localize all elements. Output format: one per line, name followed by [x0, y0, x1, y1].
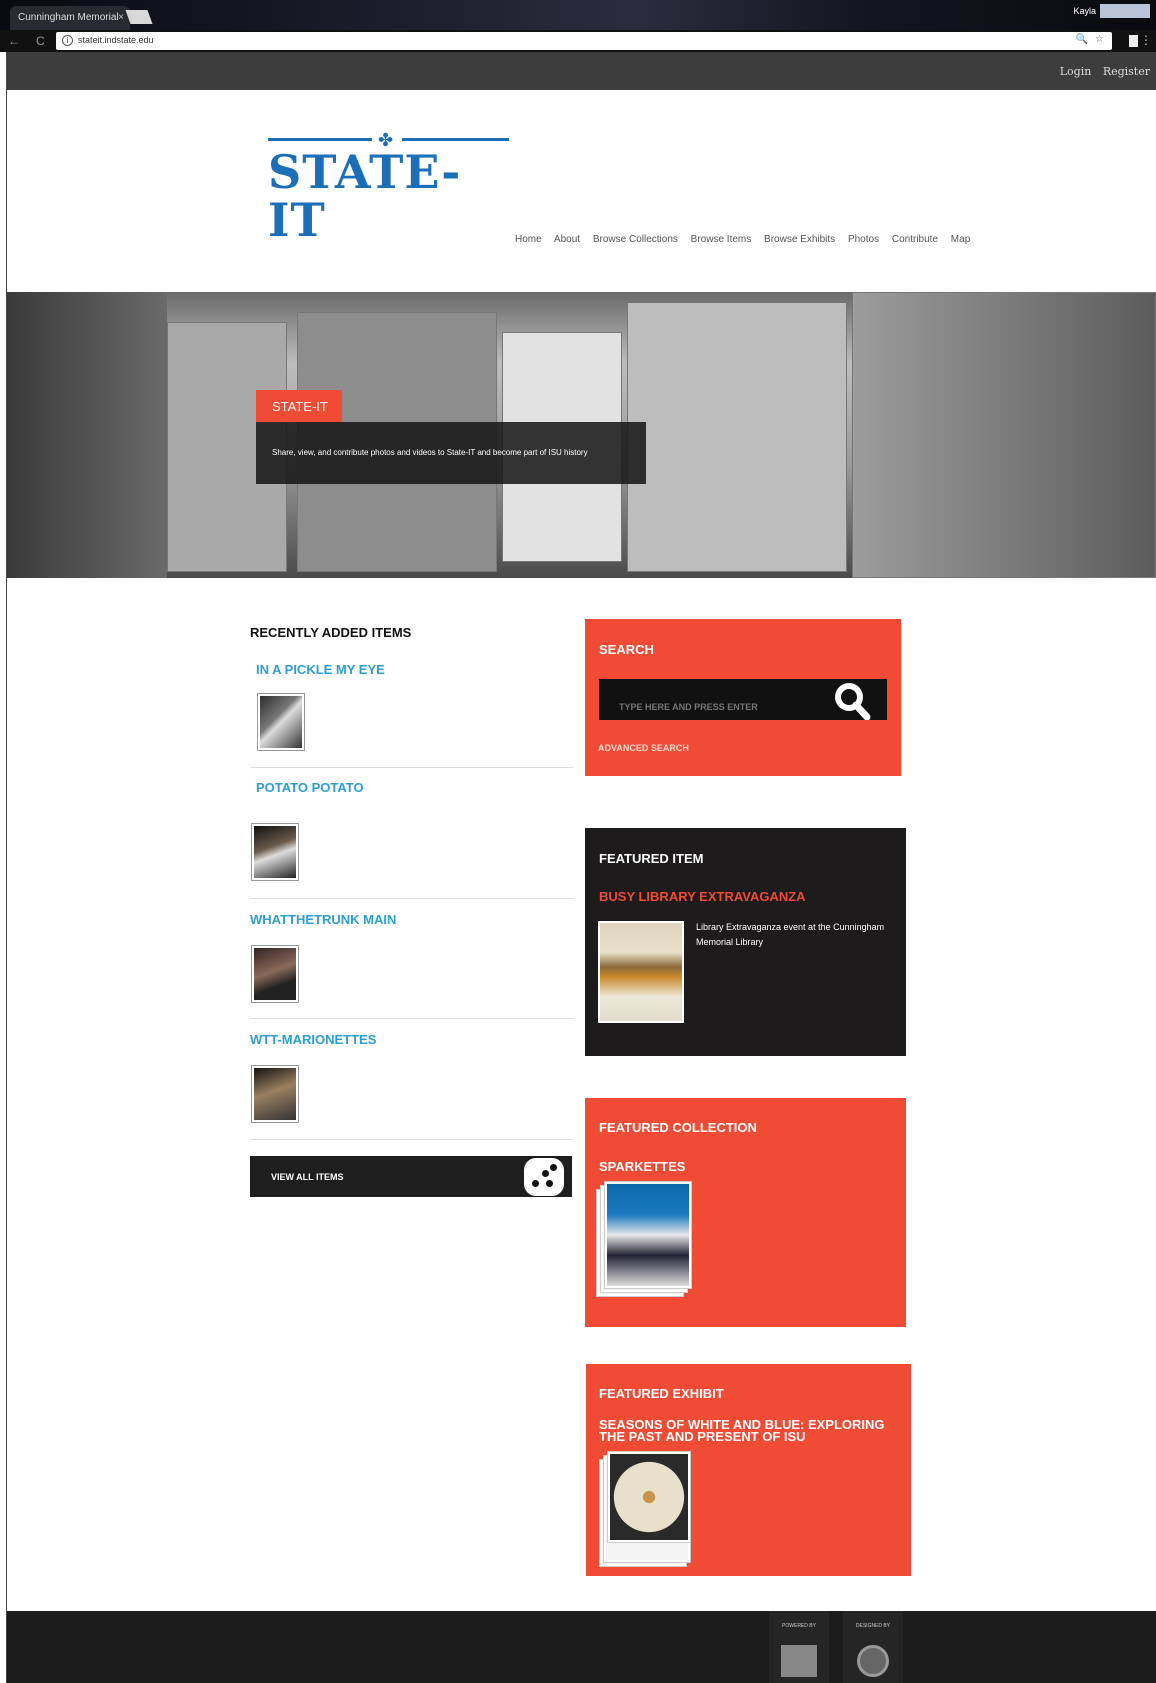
- main-nav: Home About Browse Collections Browse Ite…: [515, 234, 980, 245]
- address-bar[interactable]: i stateit.indstate.edu 🔍 ☆: [56, 32, 1112, 50]
- featured-item-title[interactable]: BUSY LIBRARY EXTRAVAGANZA: [599, 889, 806, 904]
- featured-exhibit-title[interactable]: SEASONS OF WHITE AND BLUE: EXPLORING THE…: [599, 1418, 889, 1443]
- featured-collection-panel: FEATURED COLLECTION SPARKETTES: [585, 1098, 906, 1327]
- featured-item-image[interactable]: [598, 921, 684, 1023]
- site-footer: POWERED BY DESIGNED BY: [7, 1611, 1156, 1683]
- view-all-items-button[interactable]: VIEW ALL ITEMS: [250, 1156, 572, 1197]
- featured-collection-title[interactable]: SPARKETTES: [599, 1159, 685, 1174]
- recent-items-heading: RECENTLY ADDED ITEMS: [250, 625, 412, 640]
- browser-toolbar: ← C i stateit.indstate.edu 🔍 ☆ ⋮: [0, 30, 1156, 52]
- featured-exhibit-image[interactable]: [608, 1452, 690, 1542]
- logo-rule-left: [268, 138, 372, 141]
- featured-item-description: Library Extravaganza event at the Cunnin…: [696, 922, 885, 947]
- zoom-icon[interactable]: 🔍: [1076, 34, 1088, 45]
- site-info-icon[interactable]: i: [62, 35, 73, 46]
- item-divider: [250, 1018, 573, 1019]
- nav-map[interactable]: Map: [951, 234, 970, 245]
- hero-boxes-right: [852, 292, 1156, 578]
- auth-links: Login Register: [1052, 65, 1150, 78]
- designed-by-label: DESIGNED BY: [855, 1623, 891, 1629]
- item-thumbnail[interactable]: [252, 1066, 298, 1122]
- logo-rule-right: [402, 138, 509, 141]
- hero-shelf-left: [7, 292, 167, 578]
- logo-text: STATE-IT: [268, 145, 462, 247]
- reload-icon[interactable]: C: [36, 34, 45, 48]
- powered-by-label: POWERED BY: [782, 1623, 816, 1629]
- item-divider: [250, 898, 573, 899]
- tab-close-icon[interactable]: ×: [118, 12, 124, 23]
- window-controls[interactable]: [1100, 4, 1150, 18]
- hero-boxes-mid-right: [627, 302, 847, 572]
- powered-by-badge[interactable]: POWERED BY: [769, 1611, 829, 1683]
- site-logo[interactable]: ✤ STATE-IT: [268, 130, 513, 244]
- nav-browse-items[interactable]: Browse Items: [691, 234, 752, 245]
- nav-browse-collections[interactable]: Browse Collections: [593, 234, 678, 245]
- item-title-link[interactable]: WTT-MARIONETTES: [250, 1032, 376, 1047]
- item-divider: [250, 1139, 573, 1140]
- nav-about[interactable]: About: [554, 234, 580, 245]
- designer-seal-icon: [857, 1645, 889, 1677]
- item-divider: [250, 767, 573, 768]
- advanced-search-link[interactable]: ADVANCED SEARCH: [598, 743, 689, 753]
- recent-items-section: RECENTLY ADDED ITEMS: [250, 625, 573, 656]
- tab-title: Cunningham Memorial: [18, 12, 119, 23]
- browser-tab[interactable]: Cunningham Memorial ×: [10, 6, 130, 30]
- site-top-bar: Login Register: [7, 52, 1156, 90]
- item-thumbnail[interactable]: [258, 694, 304, 750]
- bookmark-star-icon[interactable]: ☆: [1095, 34, 1104, 45]
- item-thumbnail[interactable]: [252, 824, 298, 880]
- item-thumbnail[interactable]: [252, 946, 298, 1002]
- browser-tab-strip: Cunningham Memorial × Kayla: [0, 0, 1156, 30]
- login-link[interactable]: Login: [1060, 65, 1092, 78]
- nav-browse-exhibits[interactable]: Browse Exhibits: [764, 234, 835, 245]
- hero-description: Share, view, and contribute photos and v…: [256, 422, 646, 484]
- item-title-link[interactable]: WHATTHETRUNK MAIN: [250, 912, 396, 927]
- search-heading: SEARCH: [599, 642, 654, 657]
- nav-photos[interactable]: Photos: [848, 234, 879, 245]
- register-link[interactable]: Register: [1103, 65, 1150, 78]
- view-all-items-label: VIEW ALL ITEMS: [271, 1172, 344, 1182]
- dice-icon: [524, 1158, 564, 1196]
- hero-title: STATE-IT: [256, 390, 342, 422]
- url-text: stateit.indstate.edu: [78, 35, 154, 45]
- item-title-link[interactable]: IN A PICKLE MY EYE: [256, 662, 385, 677]
- search-icon[interactable]: [829, 679, 873, 720]
- search-panel: SEARCH ADVANCED SEARCH: [585, 619, 901, 776]
- nav-home[interactable]: Home: [515, 234, 542, 245]
- extension-icon[interactable]: [1129, 35, 1138, 47]
- featured-item-panel: FEATURED ITEM BUSY LIBRARY EXTRAVAGANZA …: [585, 828, 906, 1056]
- item-title-link[interactable]: POTATO POTATO: [256, 780, 364, 795]
- browser-menu-icon[interactable]: ⋮: [1140, 33, 1152, 47]
- nav-contribute[interactable]: Contribute: [892, 234, 938, 245]
- featured-collection-image[interactable]: [605, 1182, 691, 1288]
- featured-exhibit-panel: FEATURED EXHIBIT SEASONS OF WHITE AND BL…: [586, 1364, 911, 1576]
- featured-item-heading: FEATURED ITEM: [599, 851, 704, 866]
- back-icon[interactable]: ←: [8, 34, 20, 48]
- omeka-logo-icon: [781, 1645, 817, 1677]
- browser-profile-name[interactable]: Kayla: [1073, 6, 1096, 16]
- new-tab-button[interactable]: [125, 10, 153, 24]
- designed-by-badge[interactable]: DESIGNED BY: [843, 1611, 903, 1683]
- featured-exhibit-heading: FEATURED EXHIBIT: [599, 1386, 724, 1401]
- featured-collection-heading: FEATURED COLLECTION: [599, 1120, 757, 1135]
